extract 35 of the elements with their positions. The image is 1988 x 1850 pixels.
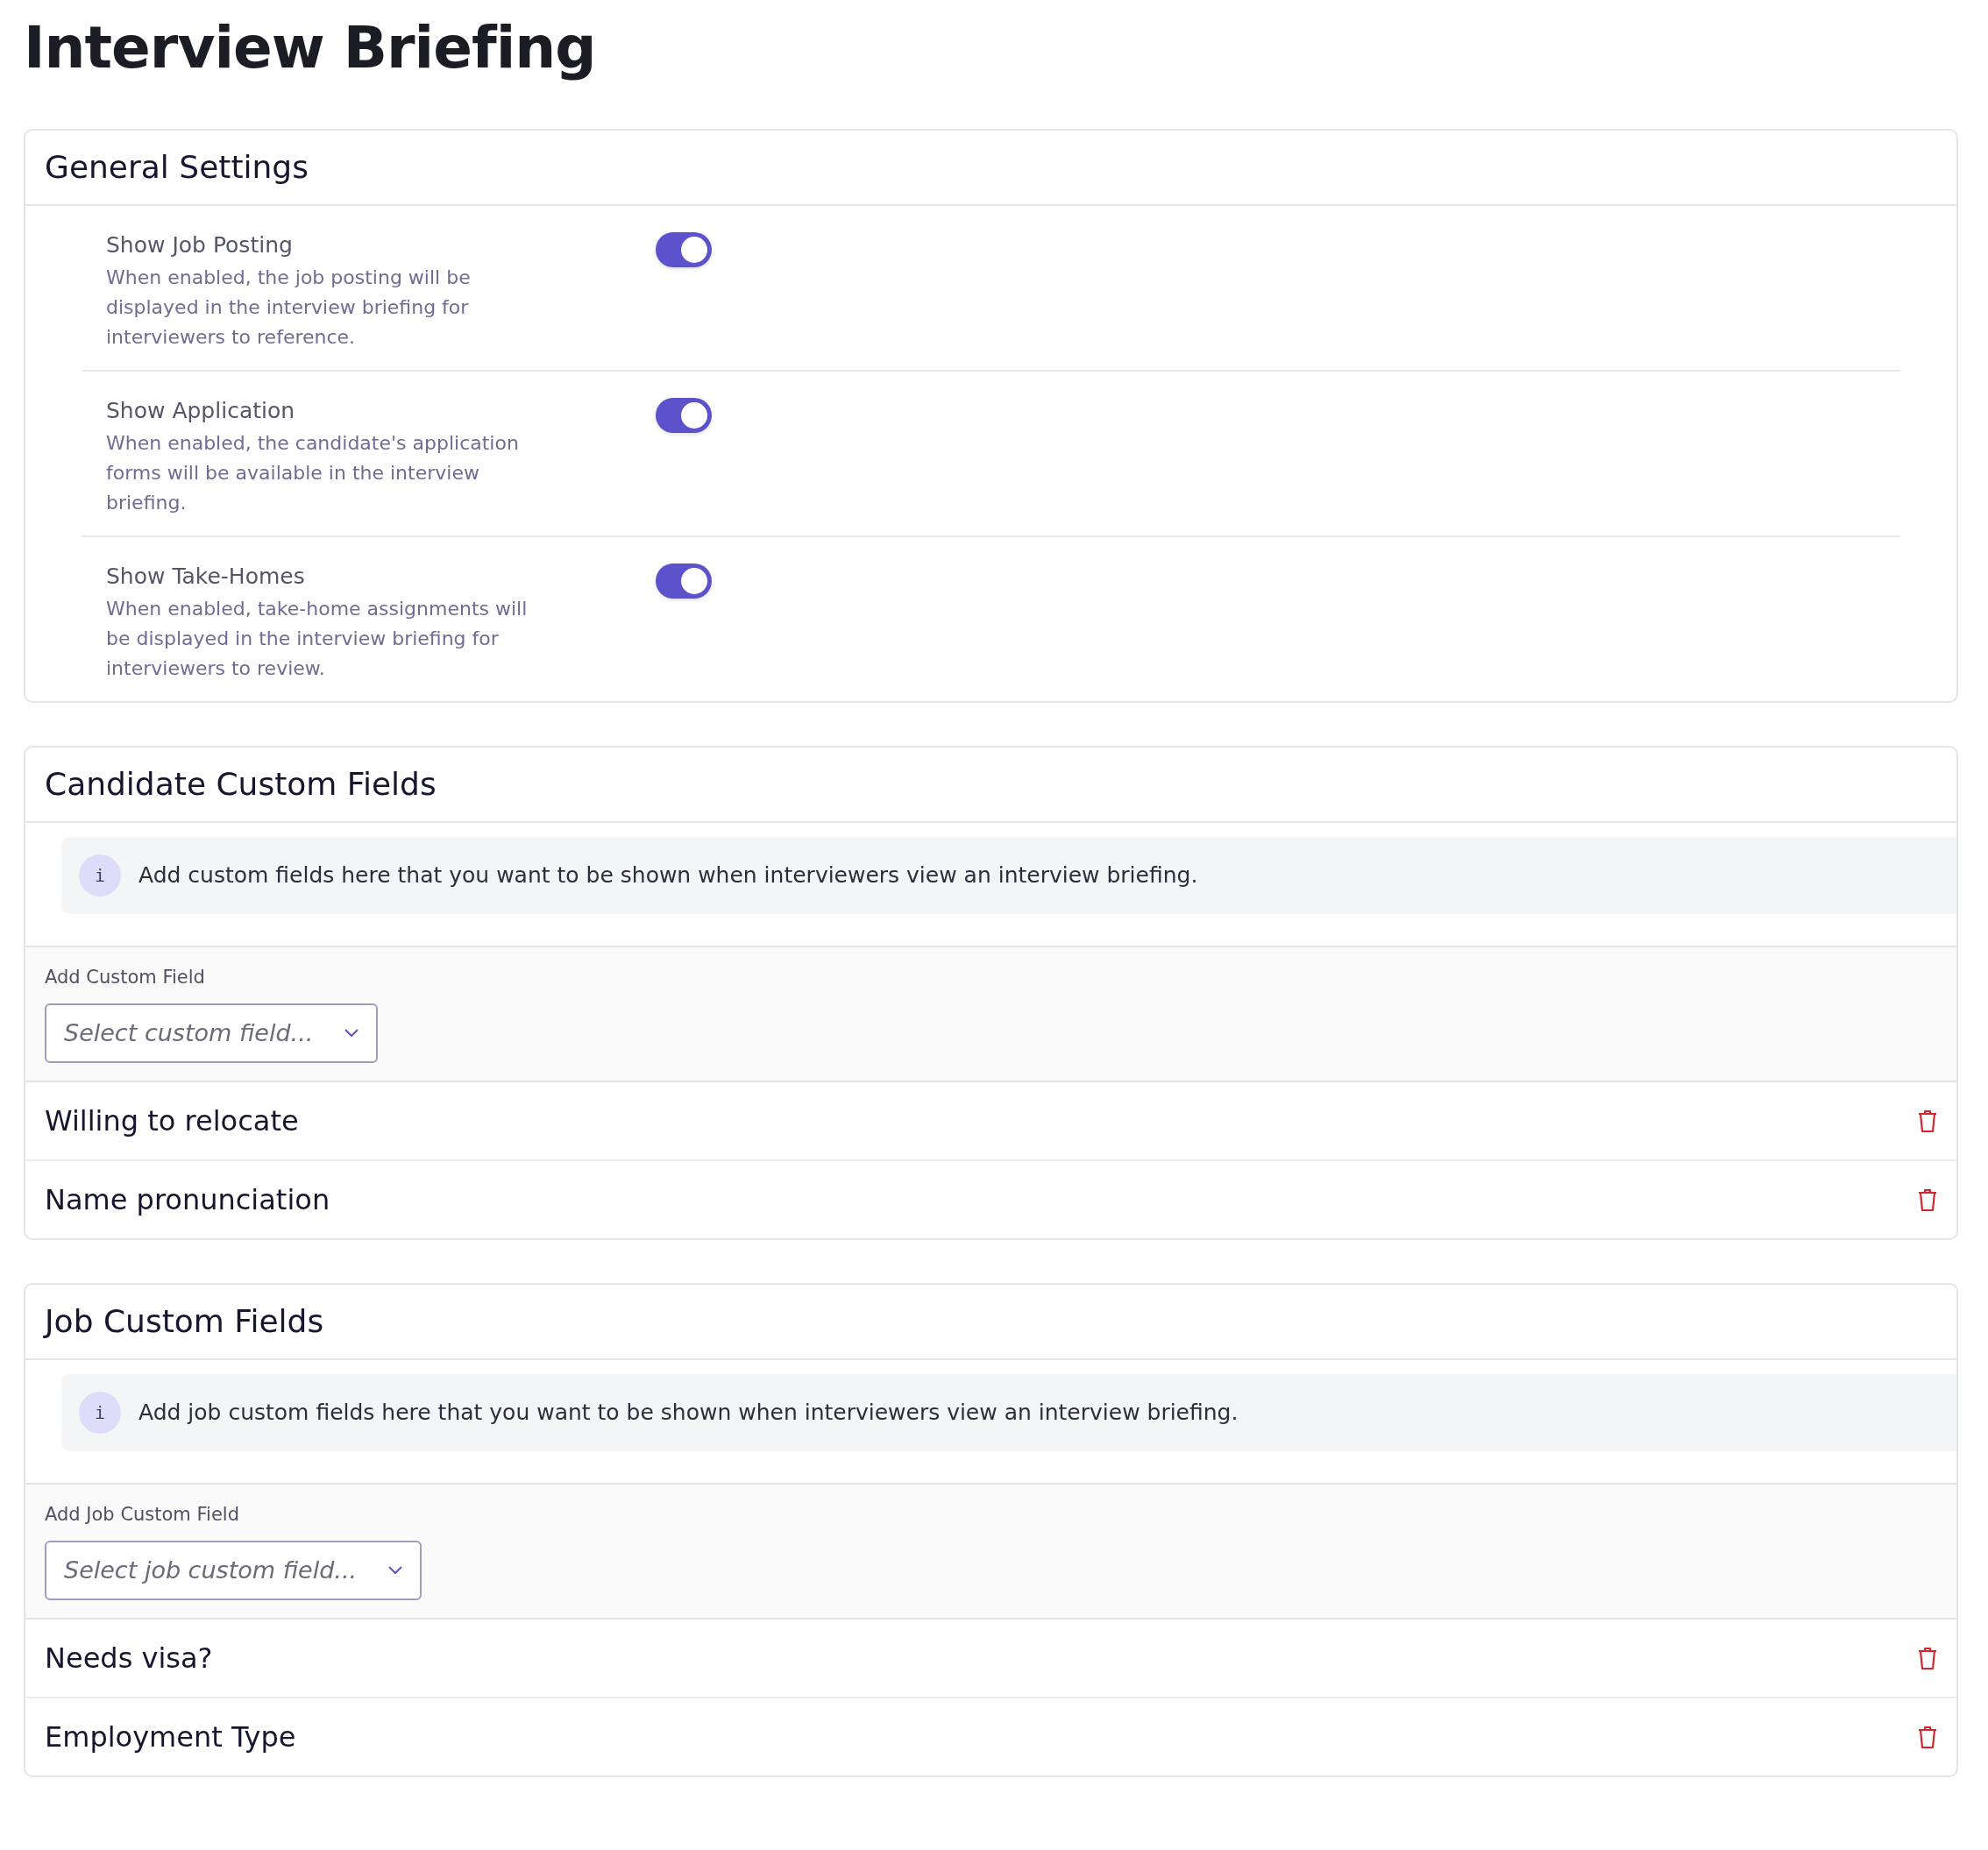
info-text: Add job custom fields here that you want to be shown when interviewers view an interview briefing. xyxy=(138,1400,1239,1426)
setting-description: When enabled, the job posting will be displayed in the interview briefing for interviewers to reference. xyxy=(106,265,472,350)
setting-label: Show Take-Homes xyxy=(106,563,306,589)
delete-button[interactable] xyxy=(1918,1187,1937,1211)
toggle-switch[interactable] xyxy=(656,397,712,433)
select-dropdown[interactable]: Select custom field... xyxy=(45,1003,379,1063)
field-label: Add Custom Field xyxy=(45,966,205,988)
trash-icon xyxy=(1918,1646,1937,1669)
info-icon: i xyxy=(79,1391,121,1434)
custom-field-name: Name pronunciation xyxy=(45,1182,330,1216)
toggle-switch[interactable] xyxy=(656,231,712,267)
setting-label: Show Job Posting xyxy=(106,231,294,258)
setting-description: When enabled, take-home assignments will be displayed in the interview briefing for interviewers to review. xyxy=(106,596,529,681)
chevron-down-icon xyxy=(388,1565,403,1575)
card-title: Candidate Custom Fields xyxy=(25,747,1956,823)
select-dropdown[interactable]: Select job custom field... xyxy=(45,1540,422,1600)
toggle-switch[interactable] xyxy=(656,563,712,599)
custom-field-name: Needs visa? xyxy=(45,1641,213,1675)
info-icon: i xyxy=(79,854,121,897)
setting-description: When enabled, the candidate's application forms will be available in the interview briefing. xyxy=(106,430,520,515)
chevron-down-icon xyxy=(344,1028,359,1038)
setting-label: Show Application xyxy=(106,397,296,423)
trash-icon xyxy=(1918,1725,1937,1748)
custom-field-name: Willing to relocate xyxy=(45,1103,299,1138)
card-title: General Settings xyxy=(25,130,1956,206)
custom-field-name: Employment Type xyxy=(45,1719,296,1754)
delete-button[interactable] xyxy=(1918,1725,1937,1748)
delete-button[interactable] xyxy=(1918,1646,1937,1669)
info-text: Add custom fields here that you want to be shown when interviewers view an interview briefing. xyxy=(138,862,1198,889)
field-label: Add Job Custom Field xyxy=(45,1503,239,1525)
trash-icon xyxy=(1918,1109,1937,1132)
trash-icon xyxy=(1918,1187,1937,1211)
card-title: Job Custom Fields xyxy=(25,1284,1956,1360)
page-title: Interview Briefing xyxy=(24,13,597,83)
delete-button[interactable] xyxy=(1918,1109,1937,1132)
